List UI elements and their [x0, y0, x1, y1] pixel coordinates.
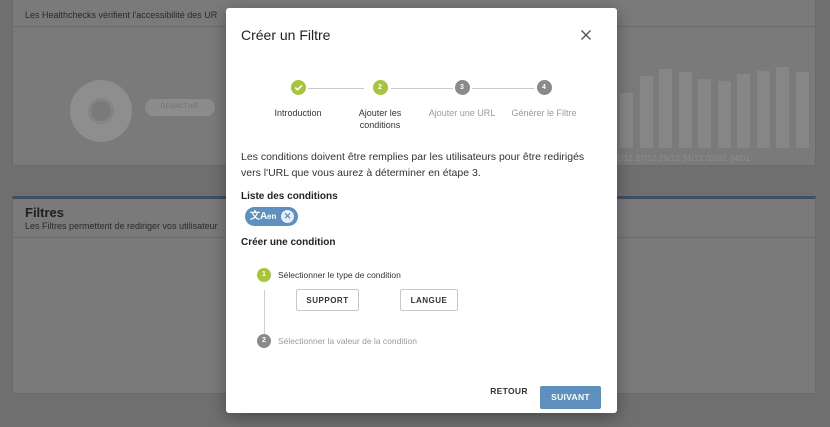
- next-button[interactable]: SUIVANT: [540, 386, 601, 409]
- step-label: Ajouter les conditions: [358, 108, 402, 130]
- step-check-icon: [290, 80, 306, 95]
- back-button[interactable]: RETOUR: [484, 386, 534, 396]
- close-icon: [581, 30, 591, 40]
- bar-chart-bar: [717, 81, 731, 148]
- substep-number: 2: [257, 334, 271, 348]
- translate-icon: 文A: [250, 211, 268, 222]
- step-label: Générer le Filtre: [511, 108, 577, 118]
- conditions-list-title: Liste des conditions: [241, 191, 338, 202]
- bar-chart-bar: [756, 71, 770, 148]
- bar-chart-bar: [639, 76, 653, 148]
- conditions-description: Les conditions doivent être remplies par…: [241, 151, 585, 179]
- bar-chart-axis-labels: 21/12 27/12 29/12 31/12 02/01 04/01: [612, 154, 751, 163]
- condition-type-langue-button[interactable]: LANGUE: [400, 289, 458, 311]
- create-filter-dialog: Créer un Filtre Introduction 2 Ajouter l…: [226, 8, 617, 413]
- chip-label: en: [267, 212, 277, 221]
- substep-label: Sélectionner la valeur de la condition: [278, 336, 417, 346]
- substep-label: Sélectionner le type de condition: [278, 270, 401, 280]
- condition-chip[interactable]: 文A en ✕: [245, 207, 298, 226]
- step-number: 3: [454, 80, 470, 95]
- bar-chart-bar: [659, 69, 672, 148]
- healthchecks-bar-chart: [612, 60, 812, 148]
- bar-chart-bar: [776, 67, 789, 148]
- bar-chart-bar: [795, 72, 809, 148]
- step-number: 4: [536, 80, 552, 95]
- create-condition-title: Créer une condition: [241, 237, 336, 248]
- step-number: 2: [372, 80, 388, 95]
- bar-chart-bar: [698, 79, 711, 148]
- status-badge: DÉSACTIVÉ: [145, 99, 215, 116]
- bar-chart-bar: [737, 74, 750, 148]
- bar-chart-bar: [620, 93, 633, 148]
- chip-remove-icon[interactable]: ✕: [281, 210, 294, 223]
- substep-connector: [264, 290, 265, 334]
- condition-type-support-button[interactable]: SUPPORT: [296, 289, 359, 311]
- substep-number: 1: [257, 268, 271, 282]
- stepper: Introduction 2 Ajouter les conditions 3 …: [226, 80, 617, 140]
- healthchecks-donut-chart: [70, 80, 132, 142]
- dialog-title: Créer un Filtre: [241, 27, 331, 43]
- close-button[interactable]: [577, 26, 595, 44]
- step-generate-filter[interactable]: 4 Générer le Filtre: [494, 80, 594, 119]
- bar-chart-bar: [678, 72, 692, 148]
